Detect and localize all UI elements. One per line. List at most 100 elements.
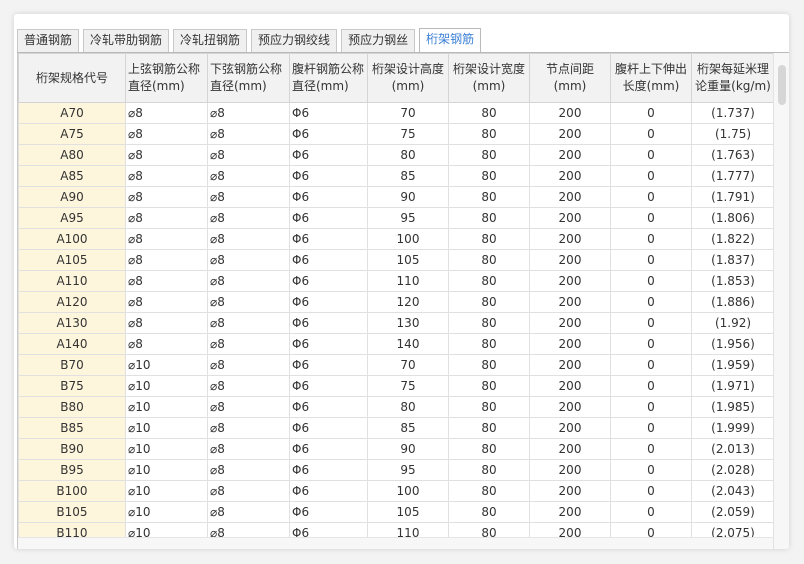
cell-node-spacing[interactable]: 200	[529, 249, 611, 271]
cell-design-height[interactable]: 140	[367, 333, 449, 355]
cell-bottom-chord[interactable]: ⌀8	[207, 102, 290, 124]
cell-web-extension[interactable]: 0	[610, 228, 692, 250]
cell-top-chord[interactable]: ⌀10	[125, 480, 208, 502]
cell-top-chord[interactable]: ⌀8	[125, 123, 208, 145]
cell-design-height[interactable]: 75	[367, 375, 449, 397]
cell-node-spacing[interactable]: 200	[529, 375, 611, 397]
table-row[interactable]: A80 ⌀8 ⌀8 Φ6 80 80 200 0 (1.763)	[18, 144, 775, 166]
cell-spec-code[interactable]: B95	[18, 459, 126, 481]
cell-web-bar[interactable]: Φ6	[289, 102, 368, 124]
cell-top-chord[interactable]: ⌀10	[125, 459, 208, 481]
cell-web-bar[interactable]: Φ6	[289, 417, 368, 439]
cell-top-chord[interactable]: ⌀8	[125, 270, 208, 292]
cell-bottom-chord[interactable]: ⌀8	[207, 396, 290, 418]
cell-bottom-chord[interactable]: ⌀8	[207, 165, 290, 187]
cell-web-extension[interactable]: 0	[610, 312, 692, 334]
cell-spec-code[interactable]: A95	[18, 207, 126, 229]
cell-unit-weight[interactable]: (1.822)	[691, 228, 775, 250]
horizontal-scrollbar[interactable]	[18, 537, 774, 549]
cell-design-width[interactable]: 80	[448, 165, 530, 187]
table-row[interactable]: A75 ⌀8 ⌀8 Φ6 75 80 200 0 (1.75)	[18, 123, 775, 145]
cell-bottom-chord[interactable]: ⌀8	[207, 312, 290, 334]
cell-unit-weight[interactable]: (2.043)	[691, 480, 775, 502]
cell-spec-code[interactable]: A130	[18, 312, 126, 334]
cell-spec-code[interactable]: B70	[18, 354, 126, 376]
cell-unit-weight[interactable]: (1.763)	[691, 144, 775, 166]
cell-web-extension[interactable]: 0	[610, 459, 692, 481]
col-header-web-extension[interactable]: 腹杆上下伸出长度(mm)	[610, 53, 692, 103]
cell-spec-code[interactable]: A70	[18, 102, 126, 124]
cell-bottom-chord[interactable]: ⌀8	[207, 501, 290, 523]
cell-spec-code[interactable]: B75	[18, 375, 126, 397]
table-row[interactable]: B90 ⌀10 ⌀8 Φ6 90 80 200 0 (2.013)	[18, 438, 775, 460]
cell-design-width[interactable]: 80	[448, 249, 530, 271]
cell-node-spacing[interactable]: 200	[529, 333, 611, 355]
cell-node-spacing[interactable]: 200	[529, 270, 611, 292]
table-row[interactable]: B80 ⌀10 ⌀8 Φ6 80 80 200 0 (1.985)	[18, 396, 775, 418]
cell-spec-code[interactable]: A110	[18, 270, 126, 292]
cell-top-chord[interactable]: ⌀8	[125, 207, 208, 229]
cell-unit-weight[interactable]: (1.777)	[691, 165, 775, 187]
cell-web-extension[interactable]: 0	[610, 249, 692, 271]
cell-bottom-chord[interactable]: ⌀8	[207, 375, 290, 397]
cell-spec-code[interactable]: A120	[18, 291, 126, 313]
cell-web-bar[interactable]: Φ6	[289, 396, 368, 418]
cell-bottom-chord[interactable]: ⌀8	[207, 123, 290, 145]
cell-spec-code[interactable]: A100	[18, 228, 126, 250]
cell-bottom-chord[interactable]: ⌀8	[207, 459, 290, 481]
cell-design-width[interactable]: 80	[448, 291, 530, 313]
col-header-node-spacing[interactable]: 节点间距(mm)	[529, 53, 611, 103]
cell-design-width[interactable]: 80	[448, 123, 530, 145]
cell-design-width[interactable]: 80	[448, 417, 530, 439]
cell-design-width[interactable]: 80	[448, 186, 530, 208]
cell-web-bar[interactable]: Φ6	[289, 165, 368, 187]
cell-design-width[interactable]: 80	[448, 333, 530, 355]
cell-unit-weight[interactable]: (2.028)	[691, 459, 775, 481]
cell-bottom-chord[interactable]: ⌀8	[207, 144, 290, 166]
cell-web-extension[interactable]: 0	[610, 186, 692, 208]
cell-design-width[interactable]: 80	[448, 459, 530, 481]
col-header-bottom-chord[interactable]: 下弦钢筋公称直径(mm)	[207, 53, 290, 103]
table-row[interactable]: A85 ⌀8 ⌀8 Φ6 85 80 200 0 (1.777)	[18, 165, 775, 187]
cell-unit-weight[interactable]: (1.75)	[691, 123, 775, 145]
col-header-top-chord[interactable]: 上弦钢筋公称直径(mm)	[125, 53, 208, 103]
table-row[interactable]: A105 ⌀8 ⌀8 Φ6 105 80 200 0 (1.837)	[18, 249, 775, 271]
cell-bottom-chord[interactable]: ⌀8	[207, 480, 290, 502]
cell-bottom-chord[interactable]: ⌀8	[207, 354, 290, 376]
cell-design-width[interactable]: 80	[448, 312, 530, 334]
cell-top-chord[interactable]: ⌀8	[125, 228, 208, 250]
cell-design-height[interactable]: 75	[367, 123, 449, 145]
cell-top-chord[interactable]: ⌀8	[125, 102, 208, 124]
cell-spec-code[interactable]: A140	[18, 333, 126, 355]
cell-unit-weight[interactable]: (1.737)	[691, 102, 775, 124]
cell-web-bar[interactable]: Φ6	[289, 123, 368, 145]
cell-unit-weight[interactable]: (1.791)	[691, 186, 775, 208]
cell-web-extension[interactable]: 0	[610, 144, 692, 166]
cell-web-extension[interactable]: 0	[610, 291, 692, 313]
cell-web-extension[interactable]: 0	[610, 270, 692, 292]
table-row[interactable]: B100 ⌀10 ⌀8 Φ6 100 80 200 0 (2.043)	[18, 480, 775, 502]
cell-top-chord[interactable]: ⌀10	[125, 501, 208, 523]
cell-spec-code[interactable]: A75	[18, 123, 126, 145]
cell-design-height[interactable]: 95	[367, 207, 449, 229]
cell-node-spacing[interactable]: 200	[529, 480, 611, 502]
cell-web-bar[interactable]: Φ6	[289, 186, 368, 208]
tab-prestressed-wire[interactable]: 预应力钢丝	[341, 29, 416, 52]
cell-design-width[interactable]: 80	[448, 501, 530, 523]
cell-design-width[interactable]: 80	[448, 375, 530, 397]
cell-unit-weight[interactable]: (1.806)	[691, 207, 775, 229]
cell-web-extension[interactable]: 0	[610, 102, 692, 124]
cell-web-bar[interactable]: Φ6	[289, 207, 368, 229]
cell-web-bar[interactable]: Φ6	[289, 354, 368, 376]
cell-spec-code[interactable]: B105	[18, 501, 126, 523]
cell-bottom-chord[interactable]: ⌀8	[207, 186, 290, 208]
cell-bottom-chord[interactable]: ⌀8	[207, 333, 290, 355]
cell-web-extension[interactable]: 0	[610, 417, 692, 439]
cell-unit-weight[interactable]: (1.999)	[691, 417, 775, 439]
cell-design-height[interactable]: 70	[367, 102, 449, 124]
cell-spec-code[interactable]: B85	[18, 417, 126, 439]
tab-cold-rolled-ribbed[interactable]: 冷轧带肋钢筋	[83, 29, 170, 52]
cell-web-bar[interactable]: Φ6	[289, 501, 368, 523]
cell-web-bar[interactable]: Φ6	[289, 480, 368, 502]
cell-top-chord[interactable]: ⌀10	[125, 396, 208, 418]
